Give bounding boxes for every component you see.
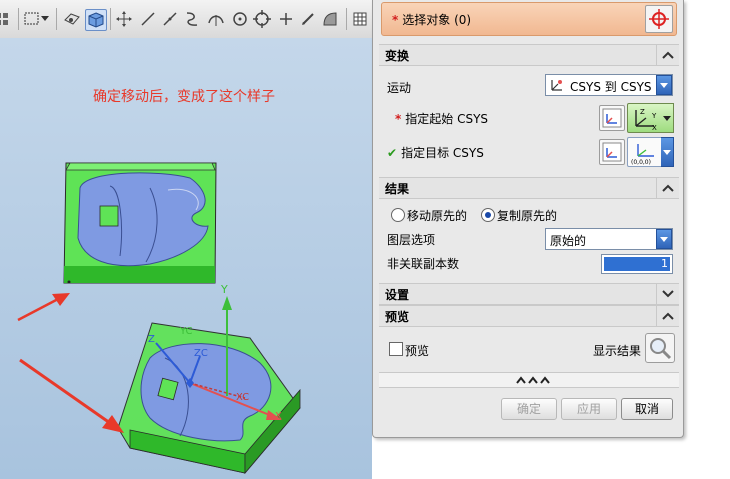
annotation-arrow	[19, 358, 124, 433]
chevron-up-icon[interactable]	[656, 45, 679, 65]
svg-text:Z: Z	[640, 108, 645, 116]
preview-label: 预览	[405, 344, 430, 358]
spline-icon[interactable]	[182, 9, 202, 29]
cube-icon[interactable]	[85, 9, 107, 31]
z-axis-label: Z	[148, 334, 155, 345]
csys-dialog-button[interactable]	[599, 139, 625, 165]
magnifier-icon	[650, 338, 672, 360]
csys-origin-icon: (0,0,0)	[631, 144, 654, 166]
line-icon[interactable]	[138, 9, 158, 29]
csys-dialog-icon	[602, 142, 622, 162]
line2-icon[interactable]	[160, 9, 180, 29]
toolbar-separator	[110, 8, 111, 30]
circle-icon[interactable]	[230, 9, 250, 29]
svg-text:(0,0,0): (0,0,0)	[631, 159, 651, 166]
select-object-label: * 选择对象 (0)	[392, 13, 472, 27]
collapse-bar[interactable]	[379, 372, 679, 388]
move-object-dialog: * 选择对象 (0) 变换 运动 CSYS 到 CSYS * 指定起始 CSYS Z…	[372, 0, 684, 438]
csys-dialog-icon	[602, 108, 622, 128]
annotation-arrow	[17, 293, 70, 322]
move-original-radio[interactable]	[391, 208, 405, 222]
csys-small-icon	[551, 80, 562, 91]
fill-icon[interactable]	[320, 9, 340, 29]
crosshair-icon	[649, 9, 669, 29]
chevron-up-icon[interactable]	[656, 178, 679, 198]
show-result-button[interactable]	[645, 333, 675, 363]
cancel-button[interactable]: 取消	[621, 398, 673, 420]
svg-text:Y: Y	[651, 112, 657, 120]
layer-option-label: 图层选项	[387, 233, 436, 247]
start-csys-label: * 指定起始 CSYS	[395, 112, 489, 126]
pen-icon[interactable]	[298, 9, 318, 29]
zc-axis-label: ZC	[194, 348, 208, 359]
csys-dialog-button[interactable]	[599, 105, 625, 131]
table-icon[interactable]	[350, 9, 370, 29]
target-csys-label: ✔ 指定目标 CSYS	[387, 146, 484, 160]
preview-checkbox[interactable]	[389, 342, 403, 356]
crosshair-select-button[interactable]	[645, 5, 673, 33]
show-result-label: 显示结果	[593, 344, 642, 358]
start-csys-button[interactable]: ZYX	[627, 103, 663, 133]
arc-icon[interactable]	[206, 9, 226, 29]
xc-axis-label: XC	[236, 392, 249, 403]
copies-count-value: 1	[604, 257, 670, 271]
csys-axes-icon: Z YX	[635, 108, 657, 132]
section-transform[interactable]: 变换	[379, 44, 679, 66]
dropdown-icon[interactable]	[40, 9, 50, 29]
section-preview[interactable]: 预览	[379, 305, 679, 327]
motion-label: 运动	[387, 81, 412, 95]
apply-button[interactable]: 应用	[561, 398, 617, 420]
plus-icon[interactable]	[276, 9, 296, 29]
move-original-label: 移动原先的	[407, 209, 468, 223]
target-csys-button[interactable]: (0,0,0)	[627, 137, 663, 167]
motion-select[interactable]: CSYS 到 CSYS	[545, 74, 673, 96]
grid-icon[interactable]	[0, 9, 12, 29]
model-scene: Y X XC YC ZC Z	[17, 162, 301, 475]
select-rect-icon[interactable]	[22, 9, 42, 29]
move-icon[interactable]	[114, 9, 134, 29]
toolbar-separator	[18, 8, 19, 30]
toolbar	[0, 0, 372, 39]
chevron-down-icon[interactable]	[661, 137, 674, 167]
view-icon[interactable]	[62, 9, 82, 29]
copy-original-radio[interactable]	[481, 208, 495, 222]
target-icon[interactable]	[252, 9, 272, 29]
layer-option-select[interactable]: 原始的	[545, 228, 673, 250]
copies-count-input[interactable]: 1	[601, 254, 673, 274]
chevron-down-icon[interactable]	[656, 75, 672, 95]
chevron-up-icon[interactable]	[656, 306, 679, 326]
x-axis-label: X	[275, 411, 282, 422]
ok-button[interactable]: 确定	[501, 398, 557, 420]
graphics-viewport[interactable]: 确定移动后，变成了这个样子 Y X XC YC ZC Z	[0, 38, 372, 479]
toolbar-separator	[346, 8, 347, 30]
section-result[interactable]: 结果	[379, 177, 679, 199]
copies-count-label: 非关联副本数	[387, 257, 460, 271]
svg-text:X: X	[652, 124, 657, 132]
copy-original-label: 复制原先的	[497, 209, 558, 223]
yc-axis-label: YC	[179, 326, 193, 337]
toolbar-separator	[56, 8, 57, 30]
copied-part[interactable]	[117, 296, 301, 475]
chevron-down-icon[interactable]	[656, 229, 672, 249]
original-part[interactable]	[63, 162, 217, 284]
section-settings[interactable]: 设置	[379, 283, 679, 305]
chevron-down-icon[interactable]	[661, 103, 674, 133]
y-axis-label: Y	[220, 283, 228, 296]
select-object-row[interactable]: * 选择对象 (0)	[381, 2, 677, 36]
collapse-chevrons-icon	[516, 376, 550, 384]
chevron-down-icon[interactable]	[656, 284, 679, 304]
